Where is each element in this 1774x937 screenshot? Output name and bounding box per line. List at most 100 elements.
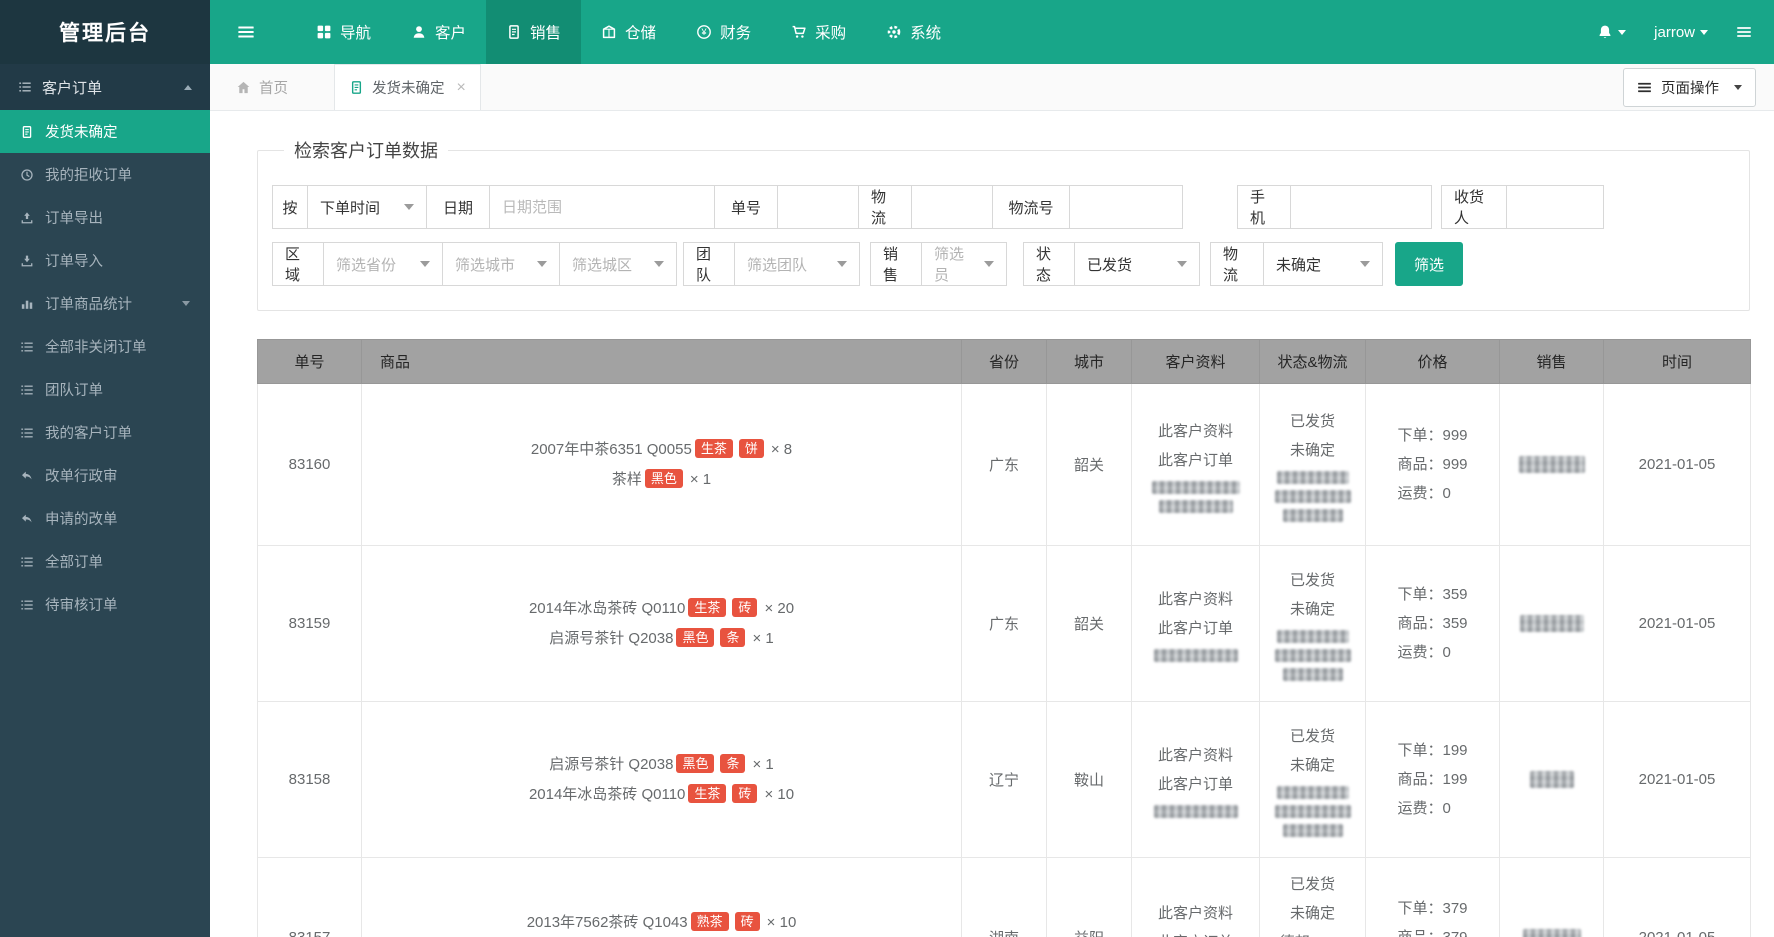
import-icon xyxy=(20,254,34,268)
cell-status-logistics: 已发货 未确定 xyxy=(1259,701,1366,858)
caret-down-icon xyxy=(1734,84,1742,90)
cell-sales xyxy=(1499,857,1604,937)
cell-province: 广东 xyxy=(961,383,1047,546)
price-line: 下单：199 xyxy=(1397,742,1468,759)
right-sidebar-toggle-button[interactable] xyxy=(1736,24,1752,40)
breadcrumb-home[interactable]: 首页 xyxy=(236,77,288,98)
sidebar-item-team-orders[interactable]: 团队订单 xyxy=(0,368,210,411)
tab-shipping-unconfirmed[interactable]: 发货未确定 × xyxy=(334,64,481,110)
sidebar-item-order-change-admin-review[interactable]: 改单行政审 xyxy=(0,454,210,497)
page-operations-button[interactable]: 页面操作 xyxy=(1623,67,1756,107)
hamburger-icon xyxy=(1736,24,1752,40)
product-tag-badge: 黑色 xyxy=(676,753,715,773)
chevron-up-icon xyxy=(184,84,192,90)
customer-link[interactable]: 此客户资料 xyxy=(1138,417,1253,446)
f2-select-7[interactable]: 筛选员 xyxy=(921,242,1007,286)
sidebar-item-my-rejected-orders[interactable]: 我的拒收订单 xyxy=(0,153,210,196)
content-area: 检索客户订单数据 按下单时间日期单号物流物流号手机收货人 区域筛选省份筛选城市筛… xyxy=(210,111,1774,937)
f2-select-3[interactable]: 筛选城区 xyxy=(559,242,677,286)
f1-input-3[interactable] xyxy=(502,198,702,216)
sidebar-item-shipping-unconfirmed[interactable]: 发货未确定 xyxy=(0,110,210,153)
list-icon xyxy=(20,426,34,440)
topnav-item-system[interactable]: 系统 xyxy=(866,0,961,64)
product-tag-badge: 砖 xyxy=(732,597,758,617)
top-navbar: 导航 客户 销售 仓储 ¥ 财务 采购 系统 jarrow xyxy=(210,0,1774,64)
f1-label-6: 物流 xyxy=(858,185,912,229)
sidebar-item-order-export[interactable]: 订单导出 xyxy=(0,196,210,239)
sidebar-item-all-orders[interactable]: 全部订单 xyxy=(0,540,210,583)
redacted-text xyxy=(1276,471,1349,484)
cell-order-no: 83158 xyxy=(257,701,362,858)
topnav-item-storage[interactable]: 仓储 xyxy=(581,0,676,64)
select-value: 筛选城市 xyxy=(455,256,516,274)
order-row: 831572013年7562茶砖 Q1043熟茶砖× 10茶样黑色× 2湖南益阳… xyxy=(257,857,1751,937)
cell-products: 启源号茶针 Q2038 黑色条 × 1 2014年冰岛茶砖 Q0110 生茶砖 × 10 xyxy=(361,701,962,858)
select-value: 筛选城区 xyxy=(572,256,633,274)
sidebar-item-order-import[interactable]: 订单导入 xyxy=(0,239,210,282)
f1-input-7[interactable] xyxy=(924,198,980,216)
customer-link[interactable]: 此客户订单 xyxy=(1138,614,1253,643)
f2-select-1[interactable]: 筛选省份 xyxy=(323,242,443,286)
sidebar: 管理后台 客户订单 发货未确定 我的拒收订单 订单导出 订单导入 订单商品统计 全部非关闭… xyxy=(0,0,210,937)
price-line: 商品：199 xyxy=(1397,771,1468,788)
export-icon xyxy=(20,211,34,225)
topnav-item-finance[interactable]: ¥ 财务 xyxy=(676,0,771,64)
list-icon xyxy=(20,383,34,397)
notifications-button[interactable] xyxy=(1597,24,1627,40)
close-icon[interactable]: × xyxy=(457,79,466,96)
product-tag-badge: 生茶 xyxy=(688,597,727,617)
cell-customer: 此客户资料此客户订单 xyxy=(1131,701,1260,858)
column-header: 状态&物流 xyxy=(1259,339,1366,384)
chart-icon xyxy=(20,297,34,311)
product-tag-badge: 黑色 xyxy=(644,468,683,488)
status-line: 未确定 xyxy=(1289,442,1335,459)
f1-input-9[interactable] xyxy=(1082,198,1170,216)
bell-icon xyxy=(1597,24,1613,40)
sidebar-item-requested-order-changes[interactable]: 申请的改单 xyxy=(0,497,210,540)
customer-link[interactable]: 此客户订单 xyxy=(1138,928,1253,937)
grid-icon xyxy=(316,24,332,40)
f2-select-11[interactable]: 未确定 xyxy=(1263,242,1383,286)
topnav-item-sales[interactable]: 销售 xyxy=(486,0,582,64)
topnav-item-purchase[interactable]: 采购 xyxy=(771,0,866,64)
carrier-line: 德邦：DP xyxy=(1266,928,1359,937)
sidebar-section-customer-orders[interactable]: 客户订单 xyxy=(0,64,210,110)
filter-submit-button[interactable]: 筛选 xyxy=(1395,242,1463,286)
sidebar-item-order-product-stats[interactable]: 订单商品统计 xyxy=(0,282,210,325)
sidebar-item-pending-review-orders[interactable]: 待审核订单 xyxy=(0,583,210,626)
order-row: 83159 2014年冰岛茶砖 Q0110 生茶砖 × 20 启源号茶针 Q2038 黑色… xyxy=(257,545,1751,702)
sidebar-toggle-button[interactable] xyxy=(210,0,282,64)
cell-products: 2014年冰岛茶砖 Q0110 生茶砖 × 20 启源号茶针 Q2038 黑色条 × 1 xyxy=(361,545,962,702)
column-header: 价格 xyxy=(1365,339,1500,384)
hamburger-icon xyxy=(1637,80,1652,95)
customer-link[interactable]: 此客户资料 xyxy=(1138,899,1253,928)
product-name: 2014年冰岛茶砖 Q0110 xyxy=(528,785,686,803)
customer-link[interactable]: 此客户订单 xyxy=(1138,446,1253,475)
price-line: 运费：0 xyxy=(1397,485,1451,502)
redacted-text xyxy=(1519,615,1584,632)
price-block: 下单：999 商品：999 运费：0 xyxy=(1397,421,1467,508)
topnav-item-label: 仓储 xyxy=(625,25,657,42)
f1-input-13[interactable] xyxy=(1519,198,1591,216)
f2-label-6: 销售 xyxy=(870,242,922,286)
f2-select-5[interactable]: 筛选团队 xyxy=(734,242,860,286)
sidebar-item-my-customer-orders[interactable]: 我的客户订单 xyxy=(0,411,210,454)
sidebar-item-all-open-orders[interactable]: 全部非关闭订单 xyxy=(0,325,210,368)
list-icon xyxy=(20,555,34,569)
f1-input-5[interactable] xyxy=(790,198,846,216)
status-line: 已发货 xyxy=(1289,728,1335,745)
customer-link[interactable]: 此客户资料 xyxy=(1138,585,1253,614)
f1-select-1[interactable]: 下单时间 xyxy=(307,185,427,229)
table-header-row: 单号 商品 省份 城市 客户资料 状态&物流 价格 销售 时间 xyxy=(257,339,1751,384)
cell-price: 下单：999 商品：999 运费：0 xyxy=(1365,383,1500,546)
f2-select-2[interactable]: 筛选城市 xyxy=(442,242,560,286)
topnav-item-customer[interactable]: 客户 xyxy=(391,0,486,64)
money-icon: ¥ xyxy=(696,24,712,40)
redacted-text xyxy=(1158,499,1233,513)
user-menu-button[interactable]: jarrow xyxy=(1654,24,1708,41)
topnav-item-nav[interactable]: 导航 xyxy=(296,0,391,64)
f1-input-11[interactable] xyxy=(1303,198,1419,216)
f2-select-9[interactable]: 已发货 xyxy=(1074,242,1200,286)
customer-link[interactable]: 此客户资料 xyxy=(1138,741,1253,770)
customer-link[interactable]: 此客户订单 xyxy=(1138,770,1253,799)
